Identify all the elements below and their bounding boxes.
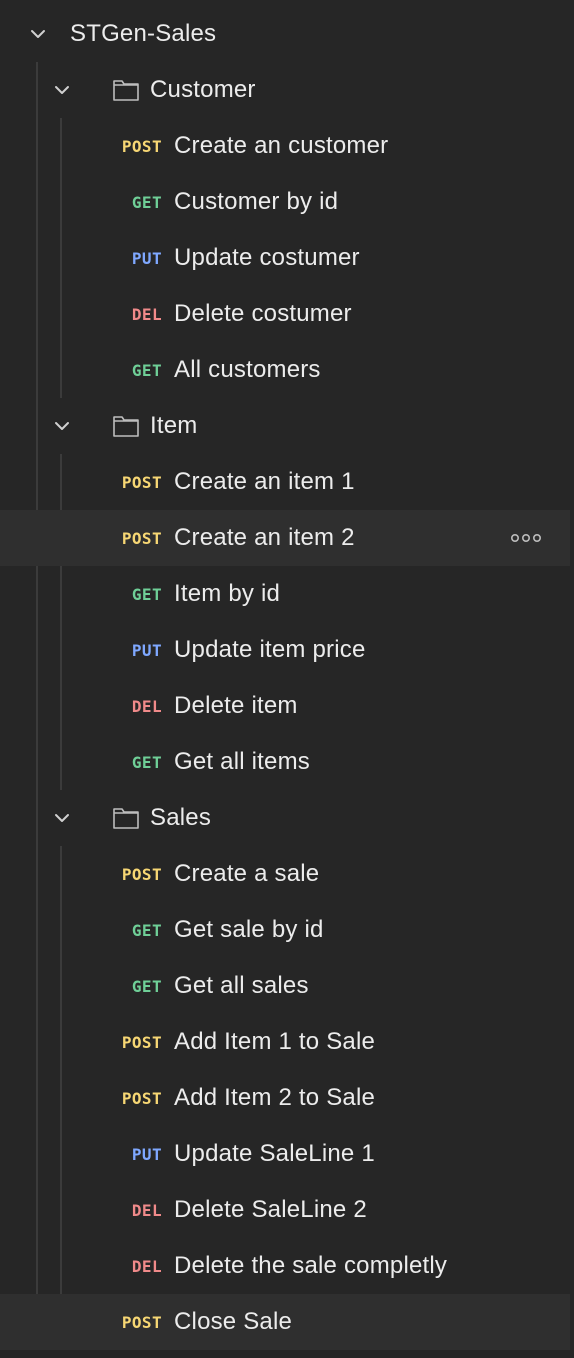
request-row[interactable]: POST Create a sale (0, 846, 570, 902)
request-name: Get all sales (174, 972, 309, 999)
folder-name: Item (150, 412, 198, 439)
collection-row[interactable]: STGen-Sales (0, 6, 570, 62)
request-name: Update costumer (174, 244, 360, 271)
method-badge: PUT (131, 248, 162, 268)
request-row-selected[interactable]: POST Close Sale (0, 1294, 570, 1350)
method-badge: GET (131, 584, 162, 604)
method-badge: PUT (131, 1144, 162, 1164)
request-row[interactable]: GET Get all items (0, 734, 570, 790)
request-name: Delete item (174, 692, 298, 719)
chevron-down-icon[interactable] (52, 416, 72, 436)
request-row[interactable]: POST Create an item 1 (0, 454, 570, 510)
chevron-down-icon[interactable] (52, 80, 72, 100)
request-name: Get sale by id (174, 916, 324, 943)
method-badge: GET (131, 752, 162, 772)
method-badge: POST (121, 136, 162, 156)
method-badge: GET (131, 976, 162, 996)
method-badge: POST (121, 528, 162, 548)
request-name: Item by id (174, 580, 281, 607)
request-name: Delete the sale completly (174, 1252, 448, 1279)
request-name: Delete costumer (174, 300, 352, 327)
request-row[interactable]: PUT Update costumer (0, 230, 570, 286)
method-badge: DEL (131, 304, 162, 324)
request-name: Create an item 2 (174, 524, 355, 551)
request-row[interactable]: POST Add Item 2 to Sale (0, 1070, 570, 1126)
more-options-icon[interactable] (510, 530, 542, 546)
method-badge: POST (121, 1312, 162, 1332)
folder-icon (112, 412, 140, 440)
request-name: Update item price (174, 636, 366, 663)
request-row[interactable]: GET Item by id (0, 566, 570, 622)
request-name: Create an customer (174, 132, 389, 159)
method-badge: DEL (131, 1200, 162, 1220)
request-row[interactable]: DEL Delete costumer (0, 286, 570, 342)
request-row[interactable]: GET Get sale by id (0, 902, 570, 958)
request-row[interactable]: GET Customer by id (0, 174, 570, 230)
request-row[interactable]: GET All customers (0, 342, 570, 398)
folder-name: Sales (150, 804, 212, 831)
request-name: Create an item 1 (174, 468, 355, 495)
request-name: Delete SaleLine 2 (174, 1196, 367, 1223)
request-name: Close Sale (174, 1308, 293, 1335)
request-row[interactable]: PUT Update SaleLine 1 (0, 1126, 570, 1182)
collection-tree: STGen-Sales Customer POST Create an cust… (0, 0, 574, 1358)
request-name: Add Item 1 to Sale (174, 1028, 376, 1055)
request-row[interactable]: DEL Delete SaleLine 2 (0, 1182, 570, 1238)
folder-row-item[interactable]: Item (0, 398, 570, 454)
request-row[interactable]: PUT Update item price (0, 622, 570, 678)
method-badge: POST (121, 472, 162, 492)
method-badge: GET (131, 920, 162, 940)
folder-icon (112, 76, 140, 104)
folder-row-customer[interactable]: Customer (0, 62, 570, 118)
method-badge: DEL (131, 696, 162, 716)
request-name: Customer by id (174, 188, 339, 215)
chevron-down-icon[interactable] (52, 808, 72, 828)
method-badge: POST (121, 1088, 162, 1108)
method-badge: POST (121, 1032, 162, 1052)
method-badge: GET (131, 192, 162, 212)
request-row[interactable]: POST Create an customer (0, 118, 570, 174)
request-name: Update SaleLine 1 (174, 1140, 375, 1167)
method-badge: POST (121, 864, 162, 884)
request-row[interactable]: DEL Delete item (0, 678, 570, 734)
method-badge: PUT (131, 640, 162, 660)
method-badge: GET (131, 360, 162, 380)
request-row[interactable]: GET Get all sales (0, 958, 570, 1014)
folder-name: Customer (150, 76, 256, 103)
collection-name: STGen-Sales (70, 20, 217, 47)
request-name: Create a sale (174, 860, 320, 887)
request-name: Add Item 2 to Sale (174, 1084, 376, 1111)
folder-icon (112, 804, 140, 832)
request-row[interactable]: POST Add Item 1 to Sale (0, 1014, 570, 1070)
folder-row-sales[interactable]: Sales (0, 790, 570, 846)
request-row-hovered[interactable]: POST Create an item 2 (0, 510, 570, 566)
request-row[interactable]: DEL Delete the sale completly (0, 1238, 570, 1294)
request-name: Get all items (174, 748, 310, 775)
chevron-down-icon[interactable] (28, 24, 48, 44)
request-name: All customers (174, 356, 321, 383)
method-badge: DEL (131, 1256, 162, 1276)
